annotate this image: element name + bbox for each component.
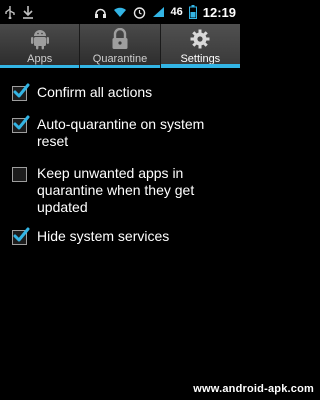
tab-apps-indicator [0, 65, 80, 68]
setting-hide-system-services[interactable]: Hide system services [0, 227, 240, 245]
wifi-icon [113, 6, 127, 18]
lock-icon [111, 28, 129, 50]
battery-level: 46 [170, 6, 183, 18]
setting-label: Auto-quarantine on system reset [37, 116, 205, 149]
signal-icon [152, 6, 165, 18]
tab-bar: Apps Quarantine Settings [0, 24, 240, 68]
checkbox-keep-unwanted-apps[interactable] [12, 167, 27, 182]
tab-apps-label: Apps [27, 53, 53, 65]
android-icon [30, 28, 50, 50]
tab-quarantine-label: Quarantine [92, 53, 148, 65]
check-icon [13, 83, 30, 98]
tab-settings[interactable]: Settings [159, 24, 240, 68]
headphones-icon [94, 6, 107, 19]
setting-label: Keep unwanted apps in quarantine when th… [37, 165, 195, 215]
setting-label: Confirm all actions [37, 84, 153, 100]
setting-confirm-all-actions[interactable]: Confirm all actions [0, 83, 240, 101]
alarm-icon [133, 6, 146, 19]
tab-quarantine[interactable]: Quarantine [79, 24, 160, 68]
watermark: www.android-apk.com [193, 383, 314, 395]
status-left [4, 5, 34, 19]
tab-settings-indicator [160, 64, 240, 68]
check-icon [13, 115, 30, 130]
gear-icon [190, 28, 210, 50]
setting-label: Hide system services [37, 228, 170, 244]
settings-list: Confirm all actions Auto-quarantine on s… [0, 72, 240, 245]
usb-icon [4, 5, 16, 19]
status-right: 46 12:19 [94, 4, 236, 20]
tab-apps[interactable]: Apps [0, 24, 80, 68]
checkbox-hide-system-services[interactable] [12, 227, 30, 245]
setting-auto-quarantine[interactable]: Auto-quarantine on system reset [0, 115, 240, 150]
check-icon [13, 227, 30, 242]
status-bar: 46 12:19 [0, 0, 240, 24]
checkbox-auto-quarantine[interactable] [12, 115, 30, 133]
battery-icon [188, 5, 197, 19]
download-icon [22, 5, 34, 19]
checkbox-confirm-all-actions[interactable] [12, 83, 30, 101]
clock: 12:19 [202, 4, 236, 20]
tab-quarantine-indicator [80, 65, 160, 68]
setting-keep-unwanted-apps[interactable]: Keep unwanted apps in quarantine when th… [0, 165, 240, 216]
